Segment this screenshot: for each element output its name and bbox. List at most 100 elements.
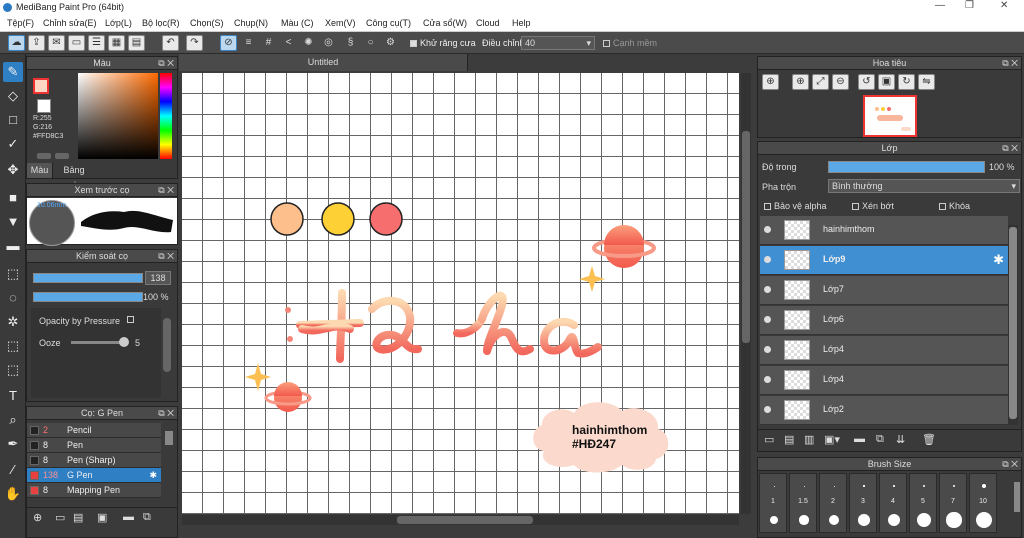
brush-options-scrollbar[interactable] bbox=[163, 318, 171, 372]
cloud-icon[interactable]: ☁ bbox=[8, 35, 25, 51]
tab-color[interactable]: Màu bbox=[27, 163, 53, 178]
undo-icon[interactable]: ↶ bbox=[162, 35, 179, 51]
lasso-tool-icon[interactable]: ◌ bbox=[3, 288, 23, 308]
layer-settings-icon[interactable]: ✱ bbox=[993, 252, 1004, 268]
layer-row[interactable]: Lớp7 bbox=[760, 276, 1008, 305]
move-tool-icon[interactable]: ✥ bbox=[3, 160, 23, 180]
layer-visibility-icon[interactable] bbox=[764, 346, 771, 353]
merge-layer-icon[interactable]: ⇊ bbox=[896, 433, 905, 446]
menu-select[interactable]: Chọn(S) bbox=[190, 18, 224, 28]
panel-close-icon[interactable]: ⧉ ✕ bbox=[158, 407, 174, 420]
lock-checkbox[interactable] bbox=[939, 203, 946, 211]
layer-scrollbar[interactable] bbox=[1008, 225, 1018, 425]
close-icon[interactable]: ✕ bbox=[1000, 0, 1008, 11]
tab-untitled[interactable]: Untitled bbox=[179, 54, 468, 71]
edit-brush-icon[interactable]: ▤ bbox=[73, 511, 83, 524]
protect-alpha-checkbox[interactable] bbox=[764, 203, 771, 211]
fit-screen-icon[interactable]: ▣ bbox=[878, 74, 895, 90]
menu-filter[interactable]: Bộ lọc(R) bbox=[142, 18, 180, 28]
operation-tool-icon[interactable]: ⌕ bbox=[3, 410, 23, 430]
circle-snap-icon[interactable]: ◎ bbox=[320, 35, 337, 51]
layer-folder-icon[interactable]: ▬ bbox=[854, 433, 865, 445]
brush-size-value[interactable]: 138 bbox=[145, 271, 171, 285]
menu-edit[interactable]: Chỉnh sửa(E) bbox=[43, 18, 97, 28]
layer-row[interactable]: Lớp6 bbox=[760, 306, 1008, 335]
layer-visibility-icon[interactable] bbox=[764, 376, 771, 383]
zoom-in-icon[interactable]: ⊕ bbox=[792, 74, 809, 90]
zoom-in-icon[interactable]: ⊕ bbox=[762, 74, 779, 90]
panel-close-icon[interactable]: ⧉ ✕ bbox=[1002, 57, 1018, 70]
duplicate-brush-icon[interactable]: ⧉ bbox=[143, 511, 151, 524]
menu-view[interactable]: Xem(V) bbox=[325, 18, 356, 28]
layer-row[interactable]: Lớp4 bbox=[760, 336, 1008, 365]
add-brush-icon[interactable]: ⊕ bbox=[33, 511, 42, 524]
folder-icon[interactable]: ▬ bbox=[123, 511, 134, 523]
brush-list-item[interactable]: 8 Pen bbox=[27, 438, 161, 453]
vanishing-snap-icon[interactable]: < bbox=[280, 35, 297, 51]
eraser-tool-icon[interactable]: ◇ bbox=[3, 86, 23, 106]
rotate-right-icon[interactable]: ↻ bbox=[898, 74, 915, 90]
brush-size-cell[interactable]: 5 bbox=[909, 473, 937, 533]
brush-size-cell[interactable]: 4 bbox=[879, 473, 907, 533]
select-eraser-icon[interactable]: ⬚ bbox=[3, 360, 23, 380]
hand-tool-icon[interactable]: ✋ bbox=[3, 484, 23, 504]
select-rect-icon[interactable]: ⬚ bbox=[3, 264, 23, 284]
brush-settings-icon[interactable]: ✱ bbox=[149, 468, 157, 483]
panel-close-icon[interactable]: ⧉ ✕ bbox=[158, 184, 174, 197]
dot-tool-icon[interactable]: □ bbox=[3, 110, 23, 130]
vertical-scroll-thumb[interactable] bbox=[742, 131, 750, 343]
brush-size-cell[interactable]: 2 bbox=[819, 473, 847, 533]
panel-close-icon[interactable]: ⧉ ✕ bbox=[158, 57, 174, 70]
ooze-slider[interactable] bbox=[71, 341, 126, 344]
smooth-checkbox[interactable] bbox=[603, 40, 610, 48]
layer-row[interactable]: Lớp9 ✱ bbox=[760, 246, 1008, 275]
hue-slider[interactable] bbox=[160, 73, 172, 159]
brush-menu-icon[interactable]: ▣ bbox=[97, 511, 107, 524]
layer-row[interactable]: hainhimthom bbox=[760, 216, 1008, 245]
brush-opacity-slider[interactable] bbox=[33, 292, 143, 302]
new-brush-icon[interactable]: ▭ bbox=[55, 511, 65, 524]
fill-tool-icon[interactable]: ▼ bbox=[3, 212, 23, 232]
brush-size-cell[interactable]: 1 bbox=[759, 473, 787, 533]
ooze-slider-handle[interactable] bbox=[119, 337, 129, 347]
brush-size-slider[interactable] bbox=[33, 273, 143, 283]
brush-list-item[interactable]: 138 G Pen ✱ bbox=[27, 468, 161, 483]
layer-visibility-icon[interactable] bbox=[764, 286, 771, 293]
horizontal-scrollbar[interactable] bbox=[182, 515, 739, 525]
brush-list-item[interactable]: 2 Pencil bbox=[27, 423, 161, 438]
antialias-checkbox[interactable] bbox=[410, 40, 417, 48]
gradient-tool-icon[interactable]: ▬ bbox=[3, 236, 23, 256]
cross-snap-icon[interactable]: # bbox=[260, 35, 277, 51]
menu-cloud[interactable]: Cloud bbox=[476, 18, 500, 28]
menu-help[interactable]: Help bbox=[512, 18, 531, 28]
tab-palette[interactable]: Bảng màu bbox=[54, 163, 94, 190]
brush-size-scrollbar[interactable] bbox=[1014, 482, 1020, 512]
new-8bit-layer-icon[interactable]: ▥ bbox=[804, 433, 814, 446]
layer-visibility-icon[interactable] bbox=[764, 256, 771, 263]
layer-opacity-slider[interactable] bbox=[828, 161, 985, 173]
rect-tool-icon[interactable]: ■ bbox=[3, 188, 23, 208]
layer-visibility-icon[interactable] bbox=[764, 226, 771, 233]
menu-color[interactable]: Màu (C) bbox=[281, 18, 314, 28]
layer-visibility-icon[interactable] bbox=[764, 406, 771, 413]
delete-layer-icon[interactable]: 🗑 bbox=[922, 433, 936, 446]
redo-icon[interactable]: ↷ bbox=[186, 35, 203, 51]
text-tool-icon[interactable]: T bbox=[3, 386, 23, 406]
fit-window-icon[interactable]: ⤢ bbox=[812, 74, 829, 90]
layer-row[interactable]: Lớp4 bbox=[760, 366, 1008, 395]
brush-list-scrollbar[interactable] bbox=[165, 431, 173, 445]
panel-close-icon[interactable]: ⧉ ✕ bbox=[1002, 142, 1018, 155]
ellipse-snap-icon[interactable]: ○ bbox=[362, 35, 379, 51]
new-layer-icon[interactable]: ▭ bbox=[764, 433, 774, 446]
vertical-scrollbar[interactable] bbox=[741, 73, 751, 514]
pen-select-icon[interactable]: ✓ bbox=[3, 134, 23, 154]
radial-snap-icon[interactable]: ✺ bbox=[300, 35, 317, 51]
drawing-canvas[interactable]: hainhimthom #HĐ247 bbox=[182, 73, 739, 514]
brush-size-cell[interactable]: 3 bbox=[849, 473, 877, 533]
minimize-icon[interactable]: — bbox=[935, 0, 945, 11]
comment-icon[interactable]: ✉ bbox=[48, 35, 65, 51]
brush-tool-icon[interactable]: ✎ bbox=[3, 62, 23, 82]
brush-size-cell[interactable]: 10 bbox=[969, 473, 997, 533]
select-pen-icon[interactable]: ⬚ bbox=[3, 336, 23, 356]
secondary-color-swatch[interactable] bbox=[37, 99, 51, 113]
